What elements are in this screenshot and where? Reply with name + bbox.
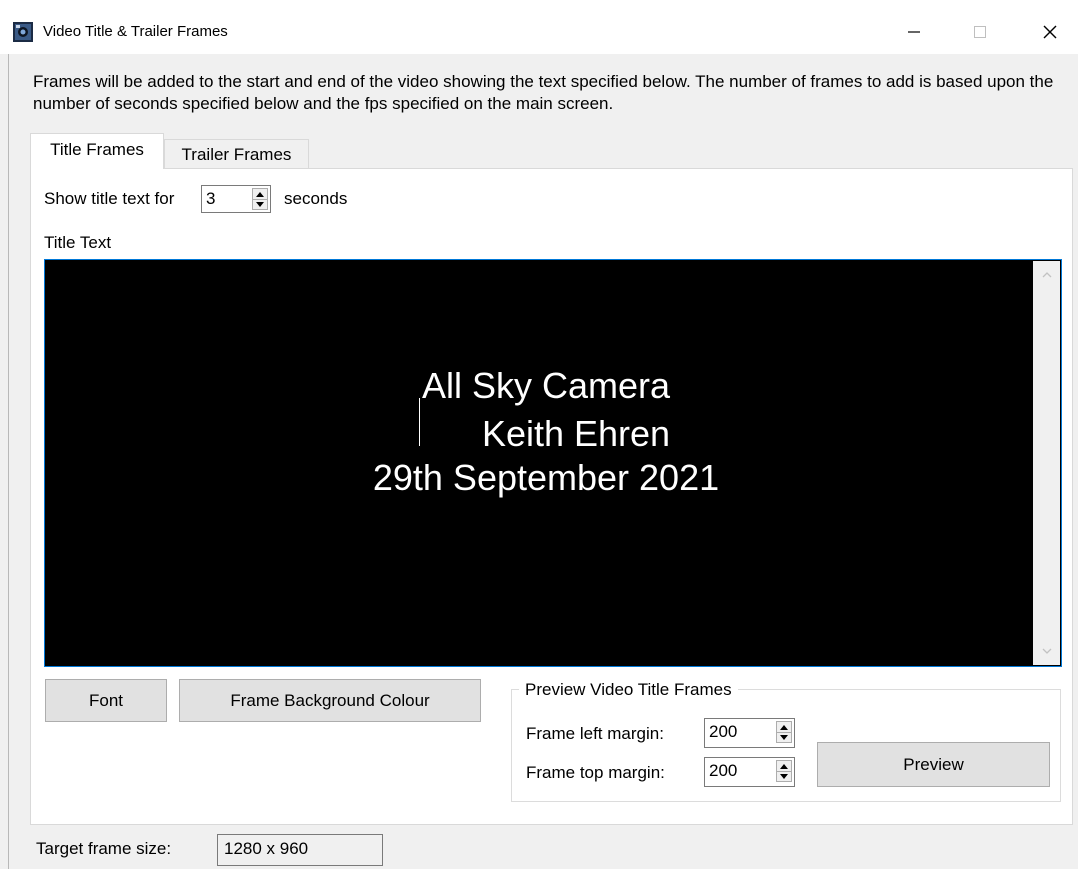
target-frame-size-field: 1280 x 960 — [217, 834, 383, 866]
title-text-content[interactable]: All Sky Camera Keith Ehren 29th Septembe… — [46, 261, 1033, 665]
tab-trailer-frames[interactable]: Trailer Frames — [164, 139, 309, 169]
close-button[interactable] — [1022, 12, 1078, 52]
left-margin-spin-buttons[interactable] — [776, 721, 792, 743]
description-text: Frames will be added to the start and en… — [33, 72, 1054, 113]
scroll-down-icon[interactable] — [1033, 637, 1060, 665]
top-margin-spinner[interactable]: 200 — [704, 757, 795, 787]
seconds-label: seconds — [284, 189, 348, 208]
seconds-spin-buttons[interactable] — [252, 188, 268, 210]
scroll-up-icon[interactable] — [1033, 261, 1060, 289]
left-margin-label: Frame left margin: — [526, 724, 664, 743]
spin-down-icon[interactable] — [777, 732, 791, 742]
seconds-value: 3 — [206, 189, 216, 208]
left-margin-spinner[interactable]: 200 — [704, 718, 795, 748]
top-margin-value: 200 — [709, 761, 738, 780]
top-margin-label: Frame top margin: — [526, 763, 665, 782]
minimize-icon — [908, 31, 920, 33]
spin-down-icon[interactable] — [777, 771, 791, 781]
tab-title-frames[interactable]: Title Frames — [30, 133, 164, 169]
maximize-button[interactable] — [952, 12, 1008, 52]
preview-button[interactable]: Preview — [817, 742, 1050, 787]
left-margin-value: 200 — [709, 722, 738, 741]
title-line-3: 29th September 2021 — [372, 457, 720, 498]
window-title: Video Title & Trailer Frames — [43, 23, 228, 40]
close-icon — [1043, 25, 1057, 39]
title-line-1: All Sky Camera — [421, 365, 671, 406]
top-margin-spin-buttons[interactable] — [776, 760, 792, 782]
title-text-label: Title Text — [44, 233, 112, 252]
font-button[interactable]: Font — [45, 679, 167, 722]
title-line-2: Keith Ehren — [481, 413, 671, 454]
spin-down-icon[interactable] — [253, 199, 267, 209]
target-frame-size-label: Target frame size: — [36, 839, 172, 858]
preview-group-legend: Preview Video Title Frames — [519, 680, 738, 700]
maximize-icon — [974, 26, 986, 38]
minimize-button[interactable] — [886, 12, 942, 52]
vertical-scrollbar[interactable] — [1033, 261, 1060, 665]
window-left-edge — [8, 54, 9, 869]
title-text-editor[interactable]: All Sky Camera Keith Ehren 29th Septembe… — [44, 259, 1062, 667]
camera-app-icon — [13, 22, 33, 42]
seconds-spinner[interactable]: 3 — [201, 185, 271, 213]
frame-background-colour-button[interactable]: Frame Background Colour — [179, 679, 481, 722]
show-title-label: Show title text for — [44, 189, 175, 208]
